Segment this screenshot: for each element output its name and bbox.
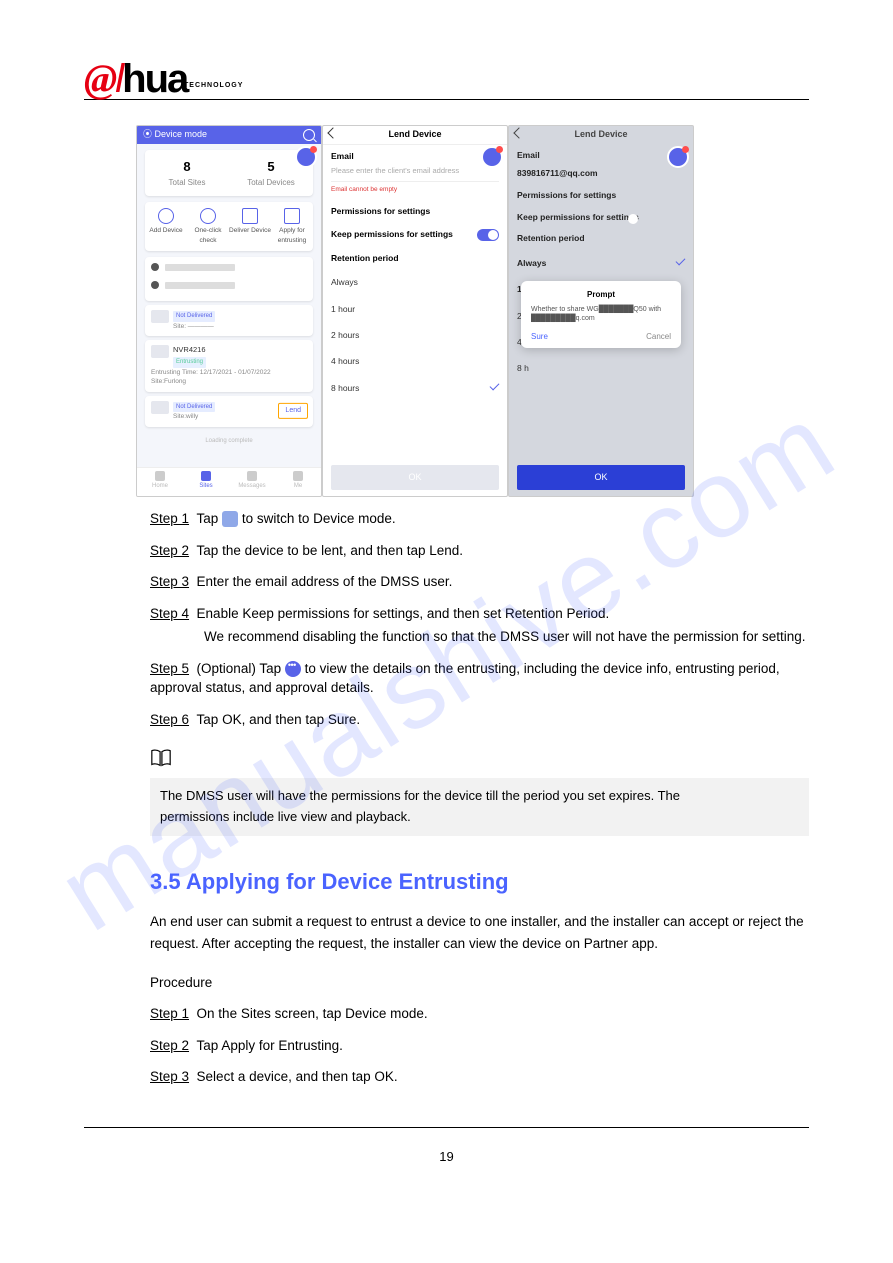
bottom-tabs: Home Sites Messages Me <box>137 467 321 496</box>
procedure-step-3: Step 3 Select a device, and then tap OK. <box>150 1067 809 1087</box>
screenshot-lend-device-empty: Lend Device Email Please enter the clien… <box>322 125 508 497</box>
stats-panel: 8Total Sites 5Total Devices <box>145 150 313 196</box>
step-2: Step 2 Tap the device to be lent, and th… <box>150 541 809 561</box>
procedure-step-2: Step 2 Tap Apply for Entrusting. <box>150 1036 809 1056</box>
book-note-icon <box>150 748 172 768</box>
divider-top <box>84 99 809 100</box>
tab-home[interactable]: Home <box>137 468 183 496</box>
device-mode-switch-icon <box>222 511 238 527</box>
step-6: Step 6 Tap OK, and then tap Sure. <box>150 710 809 730</box>
option-2hours[interactable]: 2 hours <box>323 322 507 348</box>
fab-icon-3[interactable] <box>667 146 689 168</box>
loading-text: Loading complete <box>137 437 321 446</box>
screenshot-device-mode: ⦿ Device mode 8Total Sites 5Total Device… <box>136 125 322 497</box>
keep-permissions-toggle[interactable] <box>477 229 499 241</box>
option3-always[interactable]: Always <box>509 250 693 276</box>
brand-logo: @lhua TECHNOLOGY <box>84 50 809 95</box>
step-1: Step 1 Tap to switch to Device mode. <box>150 509 809 529</box>
apply-entrusting-button[interactable]: Apply for entrusting <box>271 208 313 245</box>
permissions-section-label: Permissions for settings <box>331 206 430 216</box>
one-click-check-button[interactable]: One-click check <box>187 208 229 245</box>
device-card-nvr4216[interactable]: NVR4216 Entrusting Entrusting Time: 12/1… <box>145 340 313 391</box>
option3-8hours[interactable]: 8 h <box>509 355 693 381</box>
procedure-step-1: Step 1 On the Sites screen, tap Device m… <box>150 1004 809 1024</box>
option-1hour[interactable]: 1 hour <box>323 296 507 322</box>
lend-device-title: Lend Device <box>388 128 441 141</box>
step-5: Step 5 (Optional) Tap to view the detail… <box>150 659 809 698</box>
email-value: 839816711@qq.com <box>517 168 598 178</box>
email-input[interactable]: Please enter the client's email address <box>331 166 499 183</box>
section-3-5-heading: 3.5 Applying for Device Entrusting <box>150 866 809 898</box>
option-always[interactable]: Always <box>323 269 507 295</box>
quick-actions: Add Device One-click check Deliver Devic… <box>145 202 313 251</box>
confirm-dialog: Prompt Whether to share WG███████Q50 wit… <box>521 281 681 348</box>
device-card-3[interactable]: Not Delivered Site:willy Lend <box>145 396 313 427</box>
section-3-5-paragraph: An end user can submit a request to entr… <box>150 911 809 954</box>
lend-button-highlight[interactable]: Lend <box>278 403 308 419</box>
fab-icon[interactable] <box>295 146 317 168</box>
page-number: 19 <box>84 1148 809 1167</box>
note-block: The DMSS user will have the permissions … <box>150 748 809 836</box>
keep-permissions-label: Keep permissions for settings <box>331 228 453 240</box>
ok-button-disabled[interactable]: OK <box>331 465 499 490</box>
step-4: Step 4 Enable Keep permissions for setti… <box>150 604 809 647</box>
email-label: Email <box>331 151 354 161</box>
more-dots-icon <box>285 661 301 677</box>
dialog-cancel-button[interactable]: Cancel <box>646 331 671 343</box>
email-error: Email cannot be empty <box>331 185 499 194</box>
back-icon[interactable] <box>327 127 338 138</box>
tab-messages[interactable]: Messages <box>229 468 275 496</box>
dialog-title: Prompt <box>531 289 671 301</box>
fab-icon-2[interactable] <box>481 146 503 168</box>
retention-section-label: Retention period <box>331 253 399 263</box>
back-icon-3[interactable] <box>513 127 524 138</box>
add-device-button[interactable]: Add Device <box>145 208 187 245</box>
deliver-device-button[interactable]: Deliver Device <box>229 208 271 245</box>
tab-sites[interactable]: Sites <box>183 468 229 496</box>
device-card-1[interactable]: Not Delivered Site: ———— <box>145 305 313 336</box>
dialog-sure-button[interactable]: Sure <box>531 331 548 343</box>
option-4hours[interactable]: 4 hours <box>323 348 507 374</box>
device-list-top <box>145 257 313 301</box>
divider-bottom <box>84 1127 809 1128</box>
ok-button-primary[interactable]: OK <box>517 465 685 490</box>
screenshot-lend-device-prompt: Lend Device Email 839816711@qq.com Permi… <box>508 125 694 497</box>
search-icon[interactable] <box>303 129 315 141</box>
screenshot-row: ⦿ Device mode 8Total Sites 5Total Device… <box>136 125 809 497</box>
tab-me[interactable]: Me <box>275 468 321 496</box>
device-mode-title: Device mode <box>155 129 208 139</box>
option-8hours[interactable]: 8 hours <box>323 375 507 401</box>
step-3: Step 3 Enter the email address of the DM… <box>150 572 809 592</box>
procedure-label: Procedure <box>150 973 809 993</box>
